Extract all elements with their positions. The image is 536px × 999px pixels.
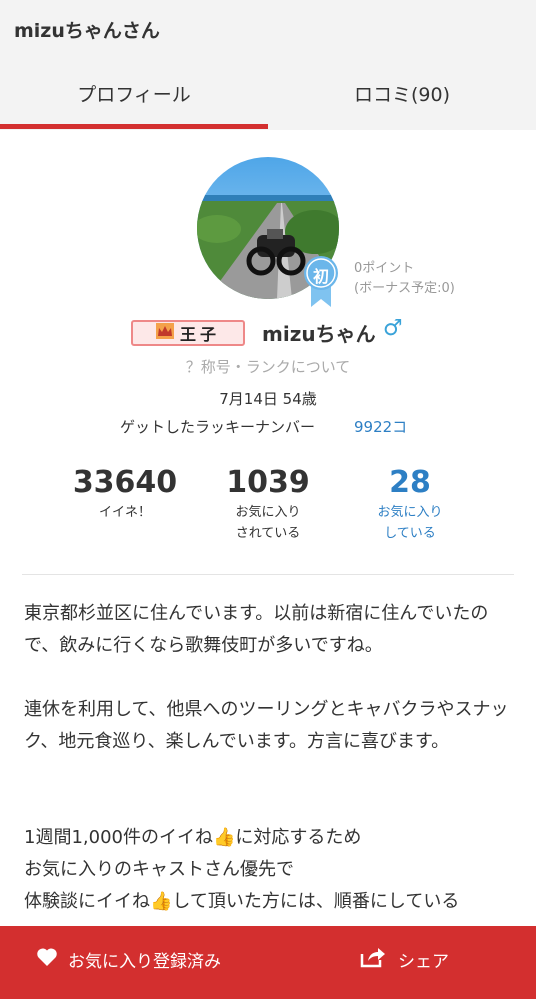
favorite-button[interactable]: お気に入り登録済み <box>0 926 268 992</box>
thumbs-up-icon: 👍 <box>212 827 236 848</box>
bio-text: 東京都杉並区に住んでいます。以前は新宿に住んでいたので、飲みに行くなら歌舞伎町が… <box>24 598 514 918</box>
bio-text-segment: に対応するため <box>235 827 362 848</box>
heart-icon <box>36 947 58 972</box>
birthday-age: 7月14日 54歳 <box>219 390 317 408</box>
tab-profile[interactable]: プロフィール <box>0 62 268 128</box>
active-tab-indicator <box>0 124 268 129</box>
first-badge-icon: 初 <box>303 255 339 307</box>
share-button[interactable]: シェア <box>268 926 536 992</box>
favorite-button-label: お気に入り登録済み <box>68 951 221 972</box>
page-title: mizuちゃんさん <box>14 20 160 42</box>
tab-reviews[interactable]: ロコミ(90) <box>268 62 536 128</box>
stat-favoriting-label-2[interactable]: している <box>325 523 495 544</box>
rank-badge: 王子 <box>131 320 245 346</box>
divider <box>22 574 514 575</box>
stat-favoriting-value[interactable]: 28 <box>325 464 495 502</box>
stat-favoriting-label-1[interactable]: お気に入り <box>325 502 495 523</box>
bio-paragraph: 東京都杉並区に住んでいます。以前は新宿に住んでいたので、飲みに行くなら歌舞伎町が… <box>24 603 489 656</box>
bio-paragraph: お気に入りのキャストさん優先で <box>24 859 294 880</box>
bio-paragraph: 体験談にイイね👍して頂いた方には、順番にしている <box>24 891 460 912</box>
points-info: 0ポイント (ボーナス予定:0) <box>354 259 455 299</box>
share-icon <box>360 946 386 973</box>
lucky-number-label: ゲットしたラッキーナンバー <box>120 418 316 436</box>
male-icon: ♂ <box>383 316 403 341</box>
crown-icon <box>155 323 174 343</box>
share-button-label: シェア <box>398 951 449 972</box>
rank-info-link[interactable]: ？称号・ランクについて <box>0 356 536 377</box>
footer-action-bar: お気に入り登録済み シェア <box>0 926 536 999</box>
points-value: 0ポイント <box>354 261 415 276</box>
username: mizuちゃん <box>262 322 376 346</box>
bio-paragraph: 1週間1,000件のイイね👍に対応するため <box>24 822 514 854</box>
rank-title: 王子 <box>179 325 220 344</box>
bio-text-segment: 1週間1,000件のイイね <box>24 827 213 848</box>
header: mizuちゃんさん プロフィール ロコミ(90) <box>0 0 536 130</box>
bonus-points: (ボーナス予定:0) <box>354 281 455 296</box>
stat-favoriting[interactable]: 28 お気に入り している <box>325 464 495 544</box>
first-badge-label: 初 <box>312 267 329 286</box>
bio-paragraph: 連休を利用して、他県へのツーリングとキャバクラやスナック、地元食巡り、楽しんでい… <box>24 699 509 752</box>
lucky-number-value[interactable]: 9922コ <box>354 416 407 437</box>
